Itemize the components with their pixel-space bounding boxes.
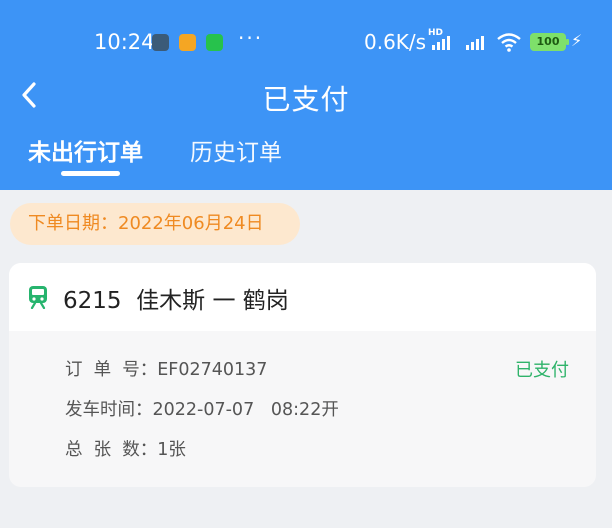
- status-time: 10:24: [94, 30, 155, 54]
- phone-notification-icon: [206, 34, 223, 51]
- order-date-badge: 下单日期：2022年06月24日: [10, 203, 300, 245]
- tab-upcoming-orders[interactable]: 未出行订单: [28, 133, 143, 167]
- signal-icon-2: [466, 34, 484, 50]
- train-icon: [29, 286, 47, 309]
- charging-icon: ⚡: [571, 31, 583, 50]
- order-card[interactable]: 6215 佳木斯 一 鹤岗 订 单 号：EF02740137 已支付 发车时间：…: [9, 263, 596, 487]
- wifi-icon: [497, 33, 521, 52]
- ticket-count: 总 张 数：1张: [65, 440, 186, 460]
- status-bar: 10:24 ··· 0.6K/s HD 100 ⚡: [0, 26, 612, 60]
- page-title: 已支付: [262, 83, 350, 116]
- order-card-header: 6215 佳木斯 一 鹤岗: [9, 263, 596, 331]
- signal-icon: [432, 34, 450, 50]
- battery-icon: 100: [530, 33, 569, 51]
- order-number: 订 单 号：EF02740137: [65, 360, 268, 380]
- network-speed: 0.6K/s: [364, 30, 427, 54]
- message-notification-icon: [179, 34, 196, 51]
- departure-time: 发车时间：2022-07-07 08:22开: [65, 400, 339, 420]
- train-route: 6215 佳木斯 一 鹤岗: [63, 281, 289, 315]
- status-badge: 已支付: [515, 360, 569, 381]
- train-number: 6215: [63, 288, 122, 314]
- app-header: 10:24 ··· 0.6K/s HD 100 ⚡ 已支付 未出行订单 历史订单: [0, 0, 612, 190]
- tab-history-orders[interactable]: 历史订单: [190, 133, 282, 167]
- active-tab-indicator: [61, 171, 120, 176]
- more-notifications-icon: ···: [238, 26, 264, 50]
- route-stations: 佳木斯 一 鹤岗: [136, 288, 289, 314]
- app-notification-icon: [152, 34, 169, 51]
